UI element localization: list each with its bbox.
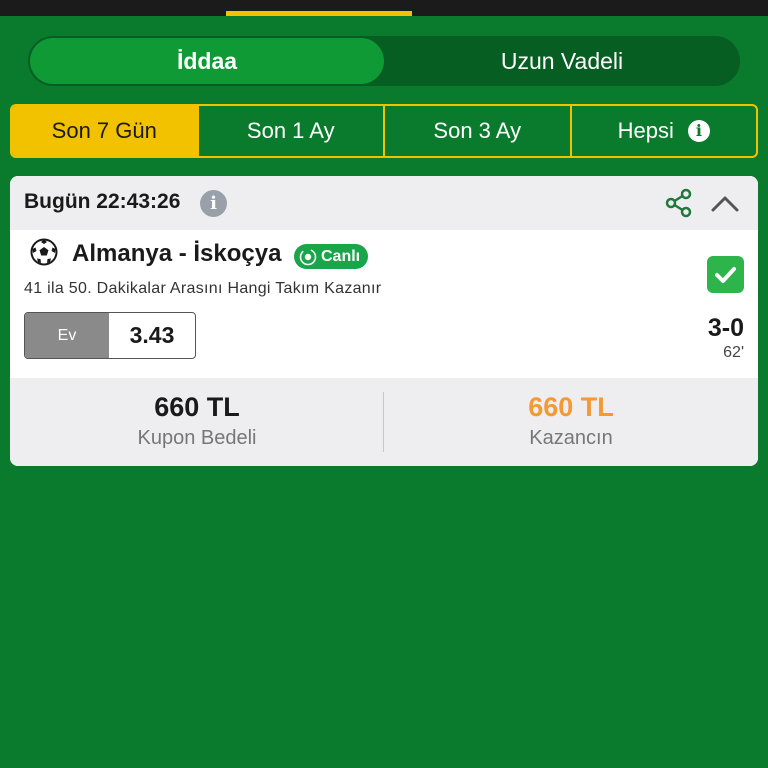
filter-son-1-ay[interactable]: Son 1 Ay (199, 106, 385, 156)
match-teams[interactable]: Almanya - İskoçya (72, 240, 281, 268)
coupon-card: Bugün 22:43:26 i Almanya - İskoçya Canlı… (10, 176, 758, 466)
period-filter: Son 7 Gün Son 1 Ay Son 3 Ay Hepsi i (10, 104, 758, 158)
odds-selection: Ev 3.43 (24, 312, 196, 359)
odds-value: 3.43 (129, 322, 175, 348)
chevron-up-icon[interactable] (710, 190, 740, 216)
match-minute: 62' (723, 344, 744, 361)
filter-label: Son 3 Ay (433, 118, 522, 143)
info-icon[interactable]: i (687, 120, 710, 142)
winnings-column: 660 TL Kazancın (384, 378, 758, 466)
market-name: 41 ila 50. Dakikalar Arasını Hangi Takım… (24, 280, 382, 297)
coupon-header: Bugün 22:43:26 i (10, 176, 758, 230)
tab-uzun-vadeli[interactable]: Uzun Vadeli (384, 36, 740, 86)
live-icon (299, 248, 317, 265)
stake-amount: 660 TL (154, 392, 240, 422)
win-label: Kazancın (529, 427, 613, 449)
filter-hepsi[interactable]: Hepsi i (572, 106, 757, 156)
filter-son-7-gun[interactable]: Son 7 Gün (12, 106, 199, 156)
filter-label: Son 7 Gün (51, 118, 157, 143)
live-label: Canlı (321, 248, 361, 265)
stake-column: 660 TL Kupon Bedeli (10, 378, 384, 466)
filter-son-3-ay[interactable]: Son 3 Ay (385, 106, 572, 156)
soccer-ball-icon (30, 238, 58, 266)
coupon-date: Bugün 22:43:26 (24, 190, 181, 213)
filter-label: Son 1 Ay (246, 118, 335, 143)
won-check-icon (707, 256, 744, 293)
type-segmented-control: İddaa Uzun Vadeli (28, 36, 740, 86)
match-score: 3-0 (707, 314, 744, 342)
live-badge: Canlı (294, 244, 369, 269)
top-bar-indicator (226, 11, 412, 16)
coupon-summary: 660 TL Kupon Bedeli 660 TL Kazancın (10, 378, 758, 466)
tab-iddaa[interactable]: İddaa (30, 38, 384, 84)
filter-label: Hepsi (617, 118, 674, 143)
stake-label: Kupon Bedeli (137, 427, 257, 449)
selection-label: Ev (25, 313, 109, 358)
share-icon[interactable] (664, 188, 694, 218)
win-amount: 660 TL (528, 392, 614, 422)
info-icon[interactable]: i (200, 190, 227, 217)
